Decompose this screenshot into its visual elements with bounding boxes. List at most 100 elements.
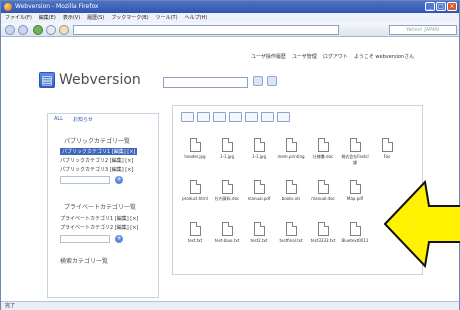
firefox-icon	[4, 3, 12, 11]
menu-help[interactable]: ヘルプ(H)	[185, 13, 208, 23]
add-private-category-button[interactable]: +	[115, 235, 123, 243]
welcome-text: ようこそ webversionさん	[353, 54, 415, 60]
file-item[interactable]: 1-1.jpg	[213, 138, 241, 159]
document-icon	[349, 222, 361, 236]
sidebar-top-links: ALL お知らせ	[54, 116, 93, 123]
document-icon	[349, 180, 361, 194]
private-category-2[interactable]: プライベートカテゴリ2 [編集] [×]	[60, 224, 138, 231]
file-item[interactable]: Map.pdf	[341, 180, 369, 201]
refresh-icon[interactable]	[277, 112, 290, 122]
maximize-button[interactable]: □	[436, 2, 446, 11]
window-controls: _ □ ×	[425, 2, 457, 11]
document-icon	[189, 180, 201, 194]
home-icon[interactable]	[59, 25, 69, 35]
status-text: 完了	[5, 303, 16, 309]
user-manage-link[interactable]: ユーザ管理	[292, 53, 317, 60]
list-icon[interactable]	[261, 112, 274, 122]
top-links: ユーザ操作履歴 ユーザ管理 ログアウト ようこそ webversionさん	[251, 53, 414, 60]
file-item[interactable]: test3333.txt	[309, 222, 337, 243]
document-icon	[221, 180, 233, 194]
history-link[interactable]: ユーザ操作履歴	[251, 53, 286, 60]
file-item[interactable]: test-blue.txt	[213, 222, 241, 243]
document-icon	[285, 180, 297, 194]
private-category-1[interactable]: プライベートカテゴリ1 [編集] [×]	[60, 215, 138, 222]
public-category-1[interactable]: パブリックカテゴリ1 [編集] [×]	[60, 148, 138, 155]
reload-icon[interactable]	[33, 25, 43, 35]
brand-name: Webversion	[59, 72, 141, 88]
file-item[interactable]: testfinal.txt	[277, 222, 305, 243]
document-icon	[253, 222, 265, 236]
menu-tools[interactable]: ツール(T)	[156, 13, 178, 23]
menu-edit[interactable]: 編集(E)	[39, 13, 56, 23]
window-title: Webversion - Mozilla Firefox	[15, 3, 99, 10]
private-category-title: プライベートカテゴリ一覧	[64, 204, 137, 211]
search-icon[interactable]	[253, 76, 263, 86]
search-input[interactable]: Yahoo! JAPAN	[389, 25, 457, 35]
private-category-input[interactable]	[60, 235, 110, 243]
file-item[interactable]: Bluetext0011	[341, 222, 369, 243]
file-item[interactable]: mem.printing	[277, 138, 305, 159]
document-icon	[317, 222, 329, 236]
file-item[interactable]: header.jpg	[181, 138, 209, 159]
public-category-title: パブリックカテゴリ一覧	[64, 138, 131, 145]
delete-icon[interactable]	[229, 112, 242, 122]
brand-logo: ▤ Webversion	[39, 72, 141, 88]
file-item[interactable]: manual.pdf	[245, 180, 273, 201]
forward-icon[interactable]	[18, 25, 28, 35]
document-icon	[381, 138, 393, 152]
public-category-input[interactable]	[60, 176, 110, 184]
public-category-3[interactable]: パブリックカテゴリ3 [編集] [×]	[60, 166, 133, 173]
document-icon	[189, 222, 201, 236]
stop-icon[interactable]	[46, 25, 56, 35]
file-item[interactable]: Fas	[373, 138, 401, 159]
document-search-input[interactable]	[163, 77, 248, 88]
file-item[interactable]: 社内資料.doc	[213, 180, 241, 202]
menu-file[interactable]: ファイル(F)	[5, 13, 32, 23]
file-item[interactable]: books.xls	[277, 180, 305, 201]
document-icon	[317, 138, 329, 152]
document-icon	[285, 222, 297, 236]
title-bar: Webversion - Mozilla Firefox _ □ ×	[1, 1, 459, 13]
file-item[interactable]: test.txt	[181, 222, 209, 243]
document-icon	[349, 138, 361, 152]
document-icon	[221, 222, 233, 236]
download-icon[interactable]	[197, 112, 210, 122]
navigation-toolbar: Yahoo! JAPAN	[1, 23, 459, 37]
menu-history[interactable]: 履歴(S)	[87, 13, 104, 23]
menu-view[interactable]: 表示(V)	[63, 13, 80, 23]
web-content: ユーザ操作履歴 ユーザ管理 ログアウト ようこそ webversionさん ▤ …	[1, 37, 460, 301]
address-bar[interactable]	[73, 25, 339, 35]
file-toolbar	[181, 112, 290, 122]
menu-bar: ファイル(F) 編集(E) 表示(V) 履歴(S) ブックマーク(B) ツール(…	[1, 13, 459, 23]
logout-link[interactable]: ログアウト	[323, 53, 348, 60]
back-icon[interactable]	[5, 25, 15, 35]
move-icon[interactable]	[213, 112, 226, 122]
minimize-button[interactable]: _	[425, 2, 435, 11]
file-item[interactable]: product.html	[181, 180, 209, 201]
document-icon	[189, 138, 201, 152]
document-icon	[317, 180, 329, 194]
public-category-2[interactable]: パブリックカテゴリ2 [編集] [×]	[60, 157, 133, 164]
advanced-search-icon[interactable]	[267, 76, 277, 86]
file-item[interactable]: 株式会社Fastcl課	[341, 138, 369, 166]
callout-arrow-icon	[383, 179, 460, 269]
status-bar: 完了	[1, 301, 459, 310]
document-icon	[221, 138, 233, 152]
file-item[interactable]: 1-1.jpg	[245, 138, 273, 159]
add-public-category-button[interactable]: +	[115, 176, 123, 184]
notice-link[interactable]: お知らせ	[73, 116, 93, 123]
menu-bookmarks[interactable]: ブックマーク(B)	[111, 13, 148, 23]
document-logo-icon: ▤	[39, 72, 55, 88]
document-icon	[285, 138, 297, 152]
close-button[interactable]: ×	[447, 2, 457, 11]
search-actions	[253, 76, 277, 86]
search-category-title: 検索カテゴリ一覧	[60, 258, 109, 265]
browser-window: Webversion - Mozilla Firefox _ □ × ファイル(…	[0, 0, 460, 310]
copy-icon[interactable]	[245, 112, 258, 122]
file-item[interactable]: manual.doc	[309, 180, 337, 201]
zoom-icon[interactable]	[181, 112, 194, 122]
all-link[interactable]: ALL	[54, 116, 63, 123]
file-item[interactable]: 仕様書.doc	[309, 138, 337, 160]
document-icon	[253, 138, 265, 152]
file-item[interactable]: test2.txt	[245, 222, 273, 243]
